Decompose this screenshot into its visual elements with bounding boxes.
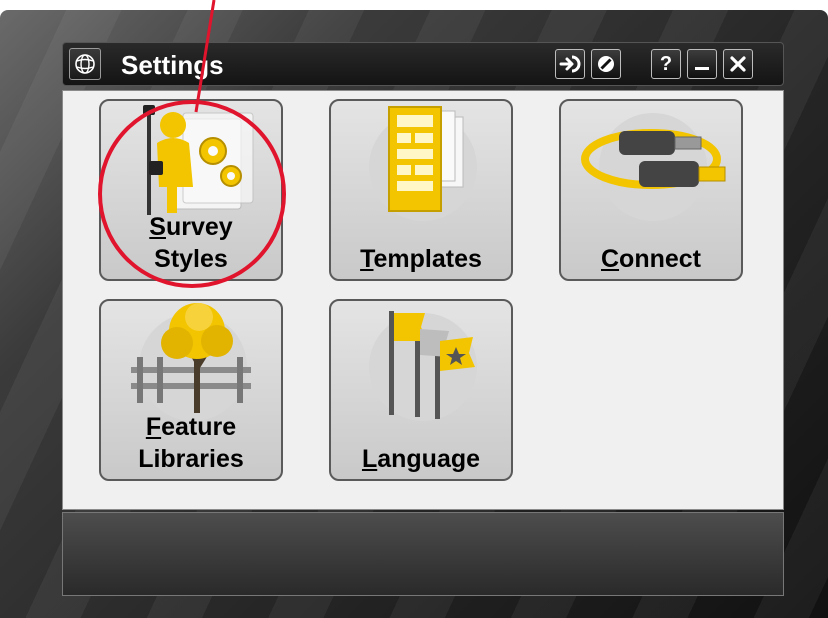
feature-libraries-label-line2: Libraries bbox=[138, 445, 244, 473]
survey-styles-line1-rest: urvey bbox=[165, 213, 233, 241]
surveyor-gears-icon bbox=[143, 105, 254, 215]
exit-to-app-button[interactable] bbox=[555, 49, 585, 79]
language-line1-rest: anguage bbox=[377, 445, 481, 473]
help-icon: ? bbox=[659, 52, 673, 75]
connect-line1-rest: onnect bbox=[619, 245, 701, 273]
language-label-line1: Language bbox=[331, 443, 511, 475]
window-title: Settings bbox=[121, 50, 224, 80]
feature-libraries-line1-rest: eature bbox=[161, 413, 237, 441]
language-tile[interactable]: Language bbox=[329, 299, 513, 481]
connect-label-line1: Connect bbox=[561, 243, 741, 275]
survey-styles-label-line2: Styles bbox=[154, 245, 228, 273]
help-button[interactable]: ? bbox=[651, 49, 681, 79]
title-bar: Settings ? bbox=[62, 42, 784, 86]
cancel-button[interactable] bbox=[591, 49, 621, 79]
templates-label-line1: Templates bbox=[331, 243, 511, 275]
no-entry-icon bbox=[598, 56, 614, 72]
templates-tile[interactable]: Templates bbox=[329, 99, 513, 281]
globe-icon[interactable] bbox=[69, 48, 101, 80]
connect-label: Connect bbox=[561, 243, 741, 275]
device-frame: Settings ? Survey Styles Templates Conne… bbox=[0, 10, 828, 618]
language-label: Language bbox=[331, 443, 511, 475]
survey-styles-tile[interactable]: Survey Styles bbox=[99, 99, 283, 281]
mnemonic-f: F bbox=[145, 413, 162, 441]
minimize-button[interactable] bbox=[687, 49, 717, 79]
usb-cable-icon bbox=[581, 113, 726, 221]
arrow-right-icon bbox=[559, 55, 581, 73]
feature-libraries-label-line1: Feature bbox=[101, 411, 281, 443]
settings-panel: Survey Styles Templates Connect Feature … bbox=[62, 90, 784, 510]
templates-line1-rest: emplates bbox=[373, 245, 482, 273]
mnemonic-t: T bbox=[360, 245, 374, 273]
connect-tile[interactable]: Connect bbox=[559, 99, 743, 281]
survey-styles-label-line1: Survey bbox=[101, 211, 281, 243]
close-button[interactable] bbox=[723, 49, 753, 79]
templates-label: Templates bbox=[331, 243, 511, 275]
template-document-icon bbox=[369, 106, 477, 221]
bottom-bar bbox=[62, 512, 784, 596]
mnemonic-l: L bbox=[361, 445, 378, 473]
feature-libraries-tile[interactable]: Feature Libraries bbox=[99, 299, 283, 481]
flags-icon bbox=[369, 311, 477, 421]
minimize-icon bbox=[695, 67, 709, 70]
mnemonic-s: S bbox=[149, 213, 166, 241]
feature-libraries-label: Feature Libraries bbox=[101, 411, 281, 475]
close-icon bbox=[730, 56, 746, 72]
survey-styles-label: Survey Styles bbox=[101, 211, 281, 275]
tree-fence-icon bbox=[131, 303, 251, 421]
mnemonic-c: C bbox=[600, 245, 620, 273]
